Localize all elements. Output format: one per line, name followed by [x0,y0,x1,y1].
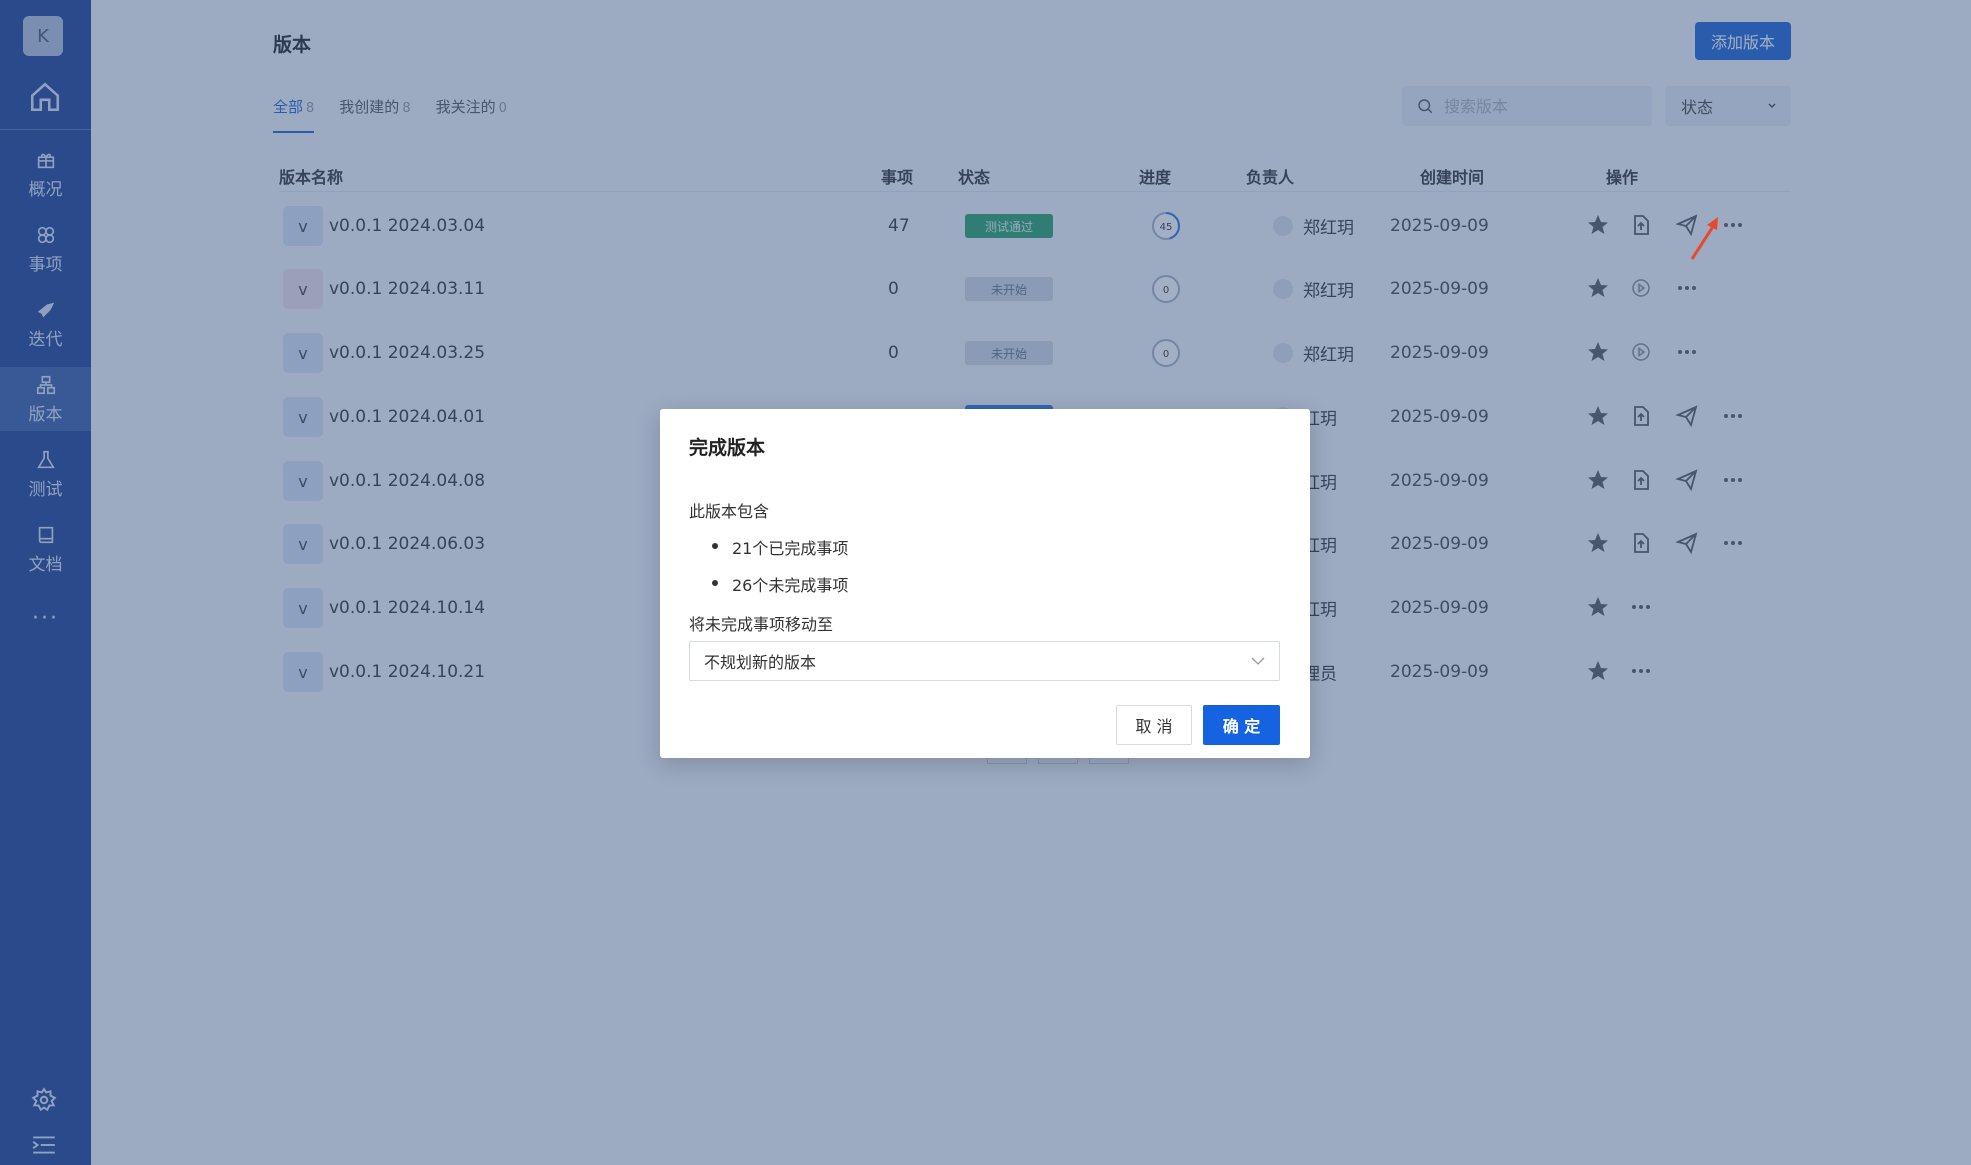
confirm-button[interactable]: 确 定 [1203,705,1280,745]
dialog-contains-label: 此版本包含 [689,502,770,521]
list-item: 26个未完成事项 [712,572,848,609]
complete-version-dialog: 完成版本 此版本包含 21个已完成事项 26个未完成事项 将未完成事项移动至 不… [660,409,1310,758]
target-version-select[interactable]: 不规划新的版本 [689,641,1280,681]
list-item: 21个已完成事项 [712,535,848,572]
cancel-button[interactable]: 取 消 [1116,705,1192,745]
dialog-issue-summary: 21个已完成事项 26个未完成事项 [712,535,848,609]
chevron-down-icon [1251,657,1265,665]
dialog-title: 完成版本 [689,437,766,459]
annotation-arrow-icon [1690,217,1718,260]
dialog-move-label: 将未完成事项移动至 [689,615,834,634]
